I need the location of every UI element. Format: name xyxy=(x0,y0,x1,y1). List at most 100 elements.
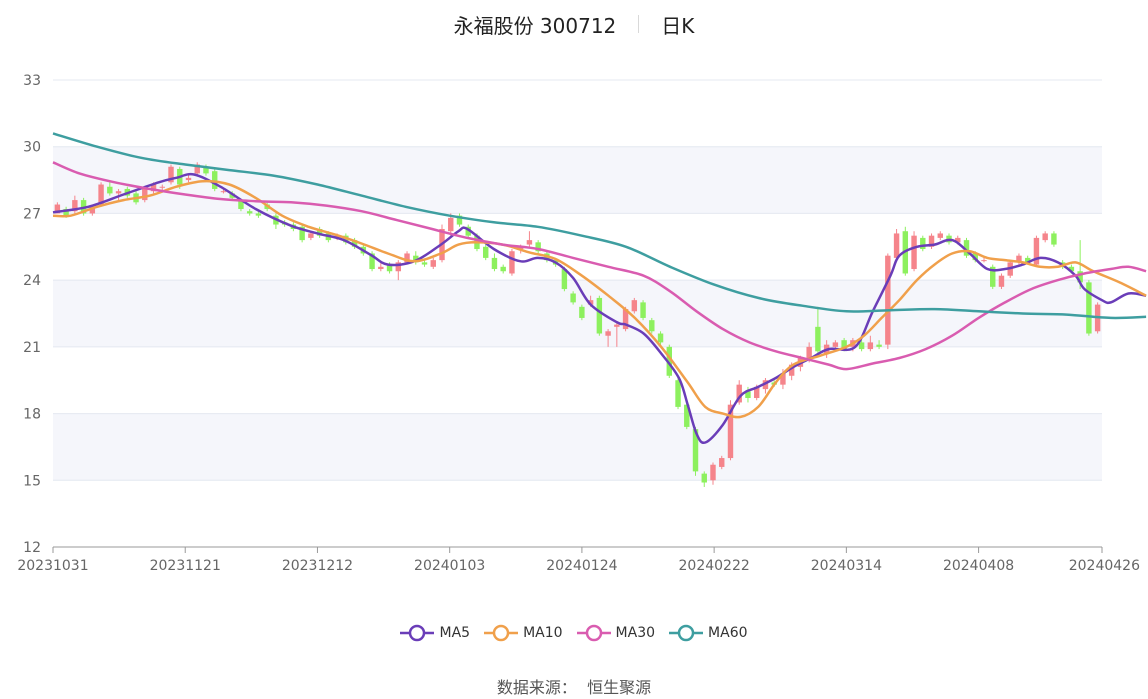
candle-body xyxy=(876,344,882,347)
candle-body xyxy=(858,342,865,350)
x-tick-label: 20231212 xyxy=(282,558,353,574)
candle[interactable] xyxy=(1033,235,1040,267)
x-tick-label: 20240408 xyxy=(943,558,1014,574)
y-tick-label: 12 xyxy=(23,540,41,556)
candle-body xyxy=(570,293,576,303)
legend-label: MA5 xyxy=(439,625,471,641)
legend-marker-icon xyxy=(576,624,611,642)
candle[interactable] xyxy=(395,260,402,281)
legend-item-ma60[interactable]: MA60 xyxy=(669,624,748,642)
candle-body xyxy=(614,324,620,327)
candle[interactable] xyxy=(509,249,515,276)
candle-body xyxy=(509,251,515,274)
legend-marker-circle xyxy=(585,624,602,642)
candle[interactable] xyxy=(456,213,463,227)
y-tick-label: 30 xyxy=(23,140,41,156)
legend-marker-circle xyxy=(409,624,426,642)
candle-body xyxy=(255,213,262,216)
kline-chart[interactable]: 12 15 18 21 24 27 30 33 20231031 20231121 2023121… xyxy=(0,0,1148,610)
candle-body xyxy=(308,233,314,238)
candle-body xyxy=(491,257,498,270)
candle-body xyxy=(448,217,454,232)
candle-body xyxy=(937,233,943,238)
candle-body xyxy=(1051,233,1057,245)
candle[interactable] xyxy=(990,264,996,290)
x-tick-label: 20240222 xyxy=(679,558,750,574)
candle[interactable] xyxy=(526,231,533,247)
candle-body xyxy=(719,458,725,467)
candle[interactable] xyxy=(762,377,769,394)
candle-body xyxy=(579,306,585,318)
candle-body xyxy=(981,260,987,262)
candle[interactable] xyxy=(885,253,891,350)
candle[interactable] xyxy=(430,257,436,270)
y-tick-label: 15 xyxy=(23,473,41,489)
y-tick-label: 21 xyxy=(23,340,41,356)
candle[interactable] xyxy=(483,244,489,261)
y-tick-label: 27 xyxy=(23,206,41,222)
legend-item-ma10[interactable]: MA10 xyxy=(484,624,563,642)
candle-body xyxy=(185,177,192,181)
candle-body xyxy=(115,191,122,194)
candle[interactable] xyxy=(299,224,305,243)
candle[interactable] xyxy=(710,462,716,485)
candle-body xyxy=(815,326,821,352)
candle[interactable] xyxy=(1042,231,1048,243)
candle[interactable] xyxy=(998,273,1005,290)
y-tick-label: 18 xyxy=(23,407,41,423)
legend-marker-icon xyxy=(669,624,704,642)
candle-body xyxy=(893,233,900,258)
candle-body xyxy=(212,171,218,189)
candle[interactable] xyxy=(168,164,174,185)
candle-body xyxy=(920,237,926,250)
x-tick-label: 20231031 xyxy=(17,558,88,574)
x-tick-label: 20240124 xyxy=(546,558,617,574)
legend-marker-circle xyxy=(492,624,510,642)
source-label: 数据来源： xyxy=(496,678,577,697)
candle[interactable] xyxy=(937,231,943,241)
candle[interactable] xyxy=(920,235,926,252)
candle[interactable] xyxy=(928,233,935,250)
y-tick-label: 33 xyxy=(23,73,41,89)
candle[interactable] xyxy=(1086,280,1092,336)
candle[interactable] xyxy=(212,168,218,192)
legend-item-ma30[interactable]: MA30 xyxy=(576,624,656,642)
candle-body xyxy=(657,333,664,343)
candle[interactable] xyxy=(701,471,707,487)
candle[interactable] xyxy=(596,295,603,336)
candle-body xyxy=(378,266,384,270)
candle[interactable] xyxy=(500,264,506,274)
candle[interactable] xyxy=(535,240,541,254)
candle-body xyxy=(605,331,611,336)
x-axis: 20231031 20231121 20231212 20240103 20240124… xyxy=(17,546,1140,574)
candle-body xyxy=(246,211,253,214)
candle-body xyxy=(526,240,533,245)
legend-marker-icon xyxy=(400,624,435,642)
candle-body xyxy=(596,297,603,334)
candle-body xyxy=(500,266,506,272)
candle-body xyxy=(107,186,113,194)
candle[interactable] xyxy=(491,253,498,272)
legend-label: MA30 xyxy=(615,625,656,641)
candle-body xyxy=(483,246,489,258)
y-tick-label: 24 xyxy=(23,273,41,289)
candle-body xyxy=(911,235,917,270)
candle-body xyxy=(631,300,638,312)
x-tick-label: 20240426 xyxy=(1069,558,1140,574)
candle-body xyxy=(421,262,428,265)
x-tick-label: 20231121 xyxy=(150,558,221,574)
candle[interactable] xyxy=(649,317,655,334)
x-tick-label: 20240314 xyxy=(811,558,882,574)
data-source: 数据来源： 恒生聚源 xyxy=(0,674,1148,698)
candle[interactable] xyxy=(631,297,638,314)
candle[interactable] xyxy=(640,300,646,321)
candle-body xyxy=(885,255,891,345)
chart-legend[interactable]: MA5 MA10 MA30 MA60 xyxy=(0,622,1148,644)
legend-item-ma5[interactable]: MA5 xyxy=(400,624,470,642)
candle-body xyxy=(675,380,681,407)
candle[interactable] xyxy=(579,304,585,321)
candle[interactable] xyxy=(911,231,917,272)
candle-body xyxy=(142,188,148,201)
candle-body xyxy=(867,342,874,350)
candle[interactable] xyxy=(1051,231,1057,247)
